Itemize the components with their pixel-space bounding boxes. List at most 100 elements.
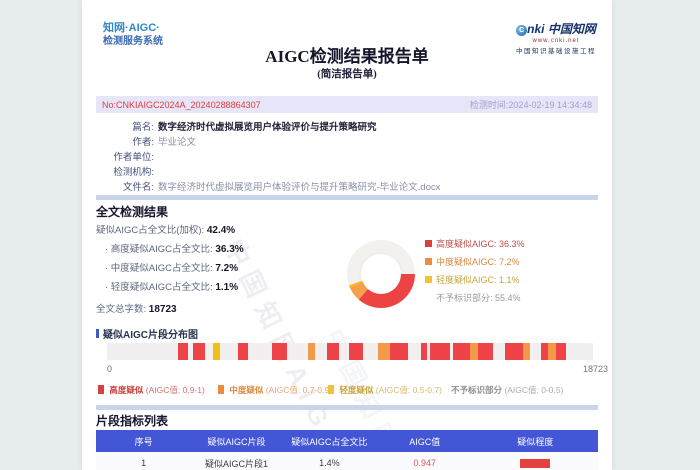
logo-line1: 知网·AIGC·	[103, 22, 160, 34]
meta-label: 作者:	[132, 137, 154, 148]
stat-row: 疑似AIGC占全文比(加权): 42.4%	[96, 224, 244, 243]
legend-swatch-icon	[425, 257, 432, 265]
stat-value: 1.1%	[215, 282, 239, 293]
legend-name: 轻度疑似	[339, 385, 374, 395]
fragment-distribution-bar	[107, 343, 593, 360]
meta-label: 作者单位:	[113, 152, 154, 163]
donut-legend-item: 中度疑似AIGC: 7.2%	[425, 252, 525, 270]
meta-row: 文件名: 数字经济时代虚拟展览用户体验评价与提升策略研究-毕业论文.docx	[96, 180, 441, 195]
legend-name: 高度疑似	[109, 385, 144, 395]
legend-swatch-icon	[218, 385, 224, 394]
stat-label: · 中度疑似AIGC占全文比:	[105, 263, 213, 274]
stat-label: 疑似AIGC占全文比(加权):	[96, 225, 205, 236]
degree-chip	[520, 459, 551, 469]
donut-legend-item: 高度疑似AIGC: 36.3%	[425, 234, 525, 252]
distribution-title-text: 疑似AIGC片段分布图	[103, 330, 198, 341]
meta-label: 检测机构:	[113, 167, 154, 178]
stat-label: · 高度疑似AIGC占全文比:	[105, 244, 213, 255]
range-end-label: 18723	[582, 364, 608, 374]
distribution-segment	[378, 343, 391, 360]
distribution-segment	[308, 343, 315, 360]
distribution-legend: 高度疑似 (AIGC值: 0.9-1) 中度疑似 (AIGC值: 0.7-0.9…	[82, 384, 612, 396]
section-divider	[96, 195, 598, 200]
donut-hole	[361, 254, 401, 294]
donut-legend-item: 轻度疑似AIGC: 1.1%	[425, 270, 525, 288]
distribution-segment	[470, 343, 478, 360]
cell-aigc-value: 0.947	[413, 458, 437, 468]
legend-text: 高度疑似AIGC: 36.3%	[436, 238, 525, 249]
cnki-logo-text: nki 中国知网	[527, 22, 596, 36]
report-number: No:CNKIAIGC2024A_20240288864307	[102, 99, 261, 110]
distribution-legend-item: 不予标识部分 (AIGC值: 0-0.5)	[451, 384, 563, 396]
report-title: AIGC检测结果报告单	[265, 47, 429, 66]
legend-range: (AIGC值: 0.9-1)	[145, 385, 205, 395]
aigc-ratio-donut-chart	[347, 240, 415, 308]
legend-range: (AIGC值: 0.7-0.9)	[265, 385, 332, 395]
distribution-segment	[547, 343, 556, 360]
meta-row: 检测机构:	[96, 165, 440, 180]
fragments-section-title: 片段指标列表	[96, 414, 169, 428]
cell-fragment: 疑似AIGC片段1	[205, 458, 269, 469]
legend-text: 不予标识部分: 55.4%	[436, 292, 521, 303]
legend-range: (AIGC值: 0-0.5)	[504, 385, 564, 395]
meta-label: 篇名:	[132, 122, 154, 133]
fragment-table-header: 序号 疑似AIGC片段 疑似AIGC占全文比 AIGC值 疑似程度	[96, 430, 598, 452]
distribution-segment	[177, 343, 189, 360]
distribution-segment	[349, 343, 364, 360]
stat-value: 7.2%	[215, 263, 239, 274]
stat-row: · 高度疑似AIGC占全文比: 36.3%	[96, 243, 244, 262]
distribution-segment	[523, 343, 530, 360]
donut-legend-item: 不予标识部分: 55.4%	[425, 288, 525, 306]
distribution-section-title: 疑似AIGC片段分布图	[96, 326, 198, 341]
legend-range: (AIGC值: 0.5-0.7)	[375, 385, 442, 395]
section-divider	[96, 405, 598, 410]
table-column-header: AIGC值	[409, 436, 441, 447]
meta-value: 毕业论文	[158, 137, 197, 148]
document-metadata: 篇名: 数字经济时代虚拟展览用户体验评价与提升策略研究 作者: 毕业论文 作者单…	[96, 120, 440, 195]
cnki-logo-main: Cnki 中国知网	[516, 20, 596, 37]
stat-row: · 中度疑似AIGC占全文比: 7.2%	[96, 262, 244, 281]
legend-text: 中度疑似AIGC: 7.2%	[436, 256, 520, 267]
legend-swatch-icon	[425, 239, 432, 247]
stat-value: 42.4%	[206, 225, 236, 236]
range-start-label: 0	[107, 364, 113, 374]
fragment-table: 序号 疑似AIGC片段 疑似AIGC占全文比 AIGC值 疑似程度 1 疑似AIGC片段…	[96, 430, 598, 470]
distribution-segment	[193, 343, 206, 360]
distribution-segment	[453, 343, 471, 360]
table-column-header: 疑似AIGC片段	[207, 436, 266, 447]
cnki-globe-icon: C	[516, 25, 528, 36]
legend-name: 不予标识部分	[451, 385, 503, 395]
meta-row: 作者: 毕业论文	[96, 135, 440, 150]
meta-label: 文件名:	[122, 182, 154, 193]
legend-text: 轻度疑似AIGC: 1.1%	[436, 274, 520, 285]
table-column-header: 序号	[134, 436, 153, 447]
donut-legend: 高度疑似AIGC: 36.3% 中度疑似AIGC: 7.2% 轻度疑似AIGC:…	[425, 234, 525, 306]
distribution-segment	[505, 343, 523, 360]
meta-row: 作者单位:	[96, 150, 440, 165]
table-row[interactable]: 1 疑似AIGC片段1 1.4% 0.947	[96, 452, 598, 470]
cell-index: 1	[141, 458, 147, 468]
distribution-segment	[430, 343, 451, 360]
full-result-stats: 疑似AIGC占全文比(加权): 42.4% · 高度疑似AIGC占全文比: 36…	[96, 224, 244, 322]
report-subtitle: (简洁报告单)	[317, 69, 377, 80]
report-paper: 中国知网AIGC检测 中国知网AIGC检测 知网·AIGC· 检测服务系统 Cn…	[82, 0, 612, 470]
legend-swatch-icon	[425, 294, 432, 301]
detection-time: 检测时间:2024-02-19 14:34:48	[469, 100, 592, 110]
stat-label: · 轻度疑似AIGC占全文比:	[105, 282, 213, 293]
distribution-segment	[272, 343, 288, 360]
distribution-legend-item: 轻度疑似 (AIGC值: 0.5-0.7)	[328, 384, 442, 396]
cell-ratio: 1.4%	[319, 458, 340, 468]
distribution-legend-item: 高度疑似 (AIGC值: 0.9-1)	[98, 384, 205, 396]
table-column-header: 疑似程度	[517, 436, 554, 447]
legend-swatch-icon	[328, 385, 334, 394]
stat-row: · 轻度疑似AIGC占全文比: 1.1%	[96, 281, 244, 300]
distribution-segment	[556, 343, 567, 360]
meta-value: 数字经济时代虚拟展览用户体验评价与提升策略研究-毕业论文.docx	[158, 182, 441, 193]
legend-name: 中度疑似	[229, 385, 264, 395]
legend-swatch-icon	[425, 275, 432, 283]
meta-row: 篇名: 数字经济时代虚拟展览用户体验评价与提升策略研究	[96, 120, 440, 135]
distribution-segment	[477, 343, 493, 360]
stat-row: 全文总字数: 18723	[96, 303, 244, 322]
stat-value: 18723	[148, 304, 177, 315]
stat-value: 36.3%	[215, 244, 244, 255]
